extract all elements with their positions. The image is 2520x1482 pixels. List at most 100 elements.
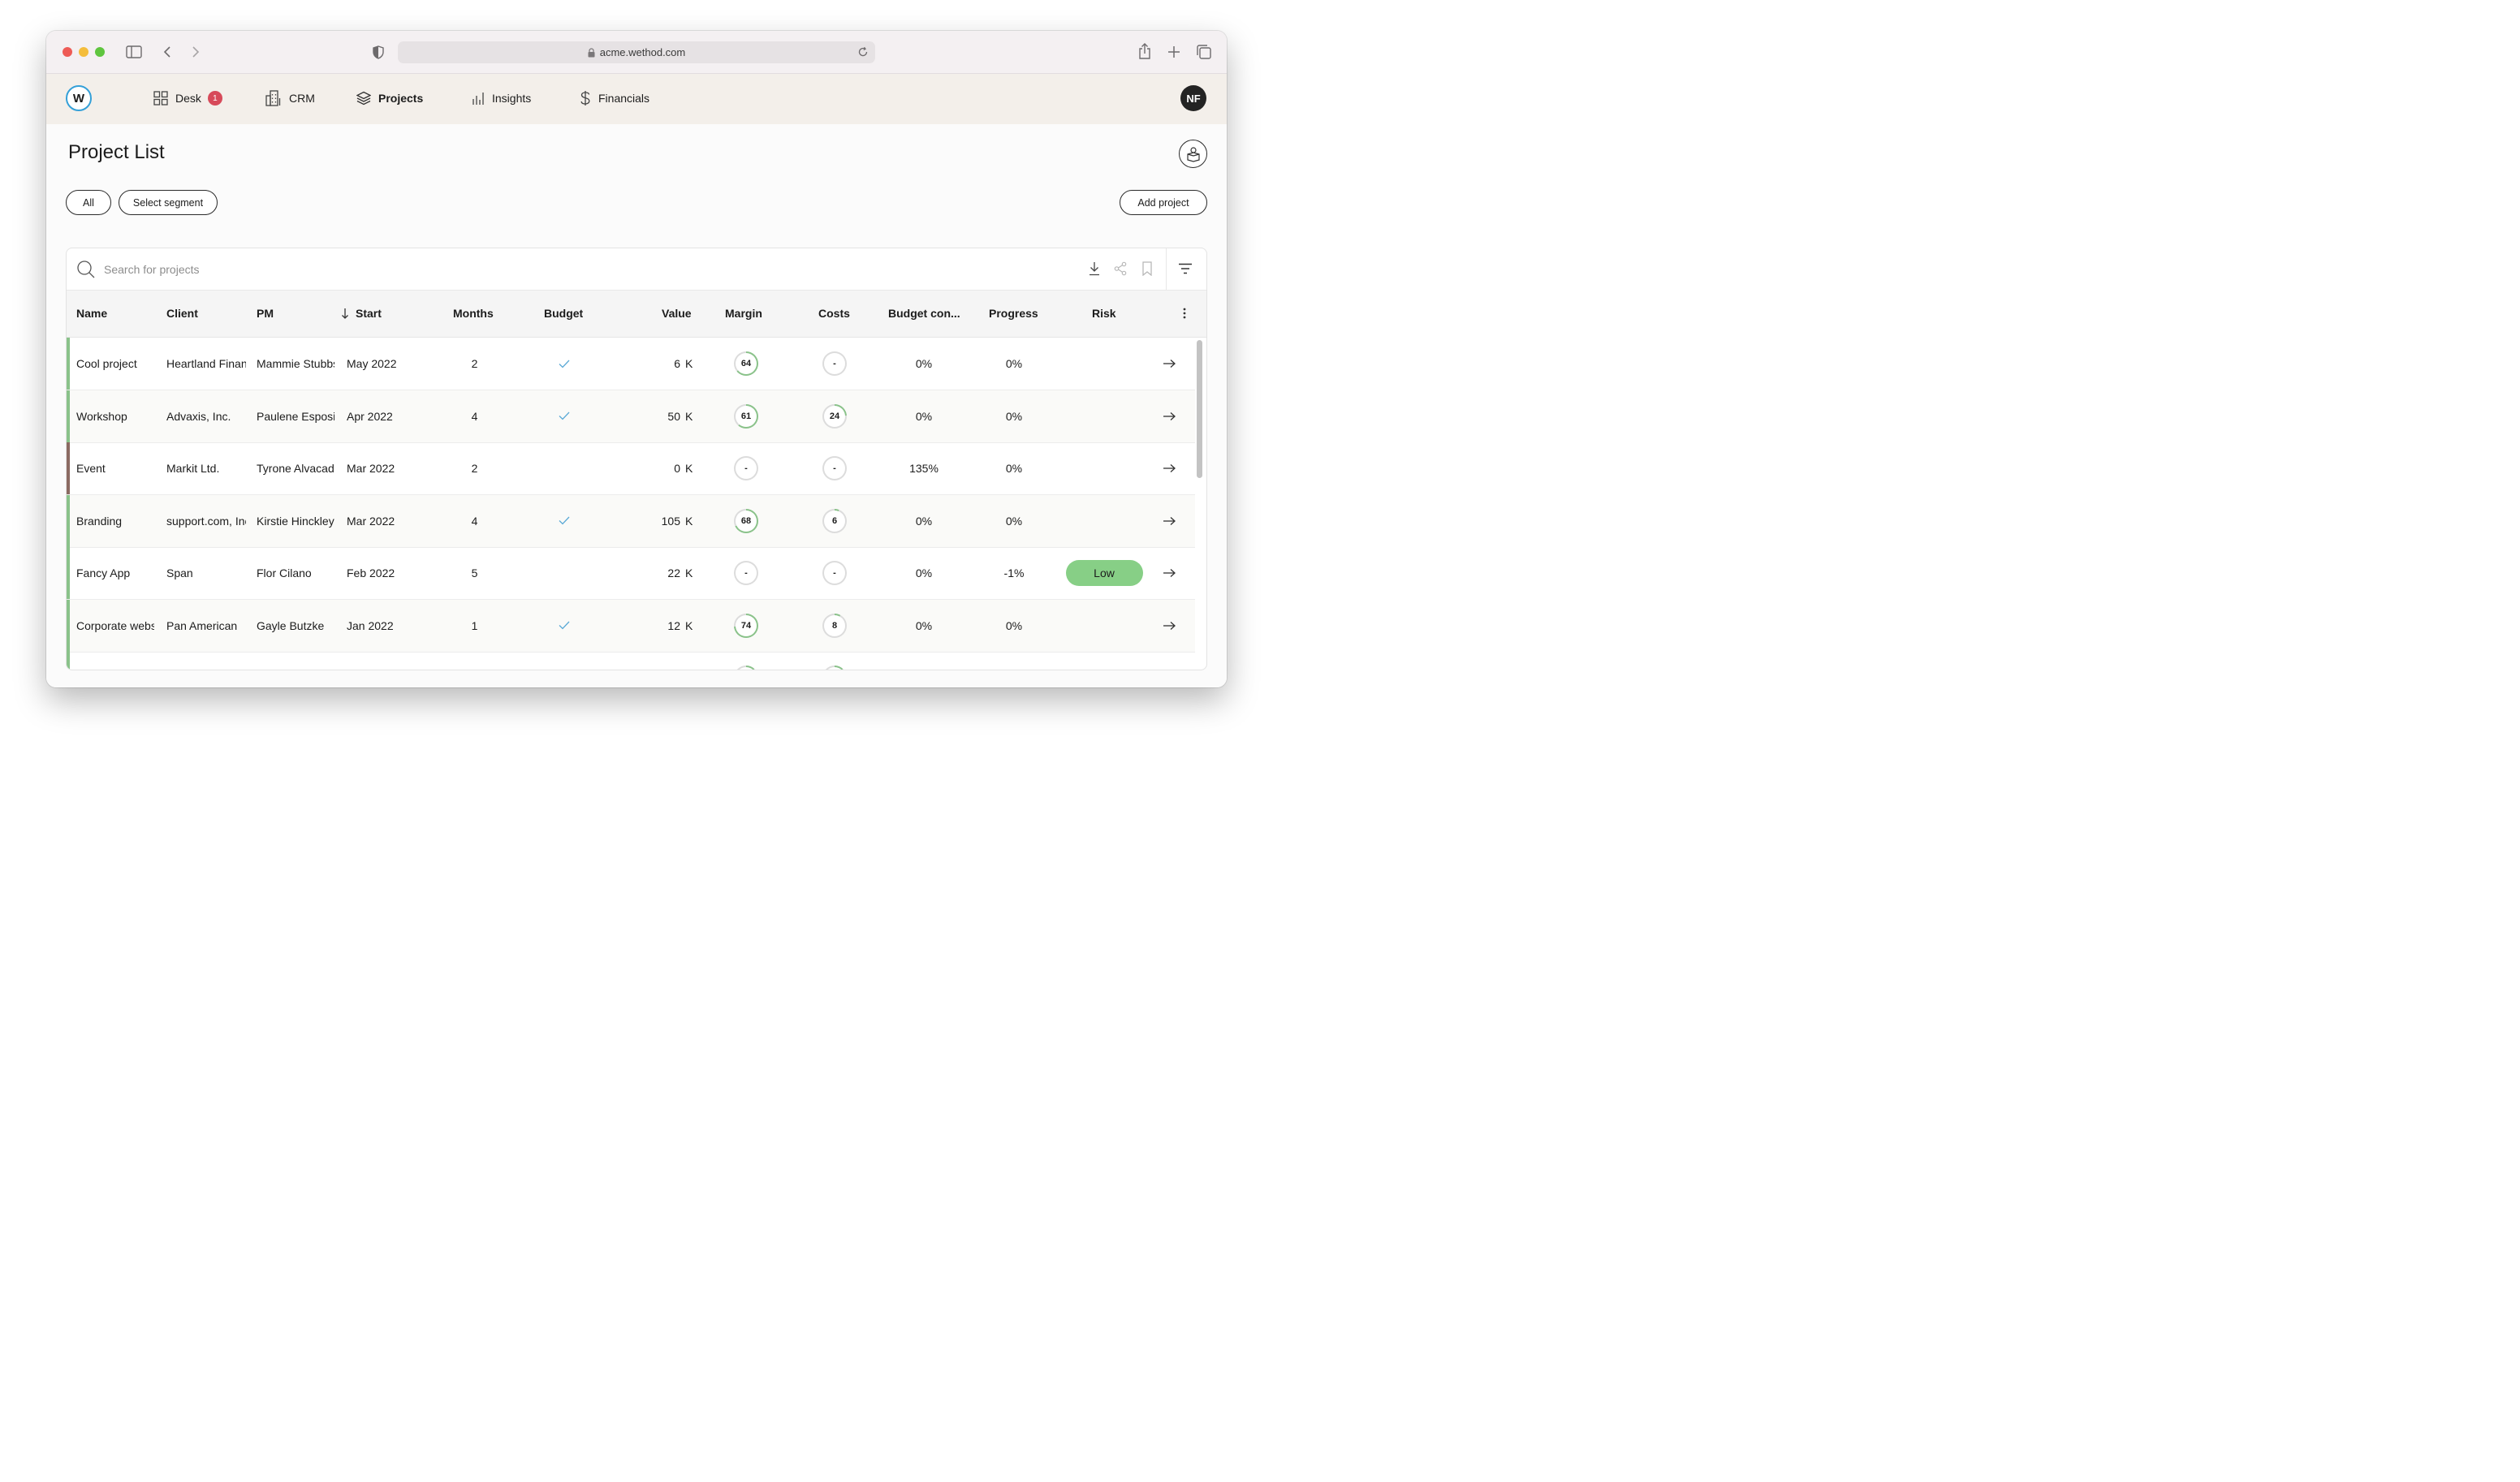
maximize-window-button[interactable] (95, 47, 105, 57)
row-status-bar (67, 599, 70, 652)
nav-label-desk: Desk (175, 92, 201, 105)
cell-progress: 0% (1005, 462, 1023, 475)
cell-months: 4 (471, 409, 478, 423)
cell-budget (550, 495, 578, 547)
column-header-name[interactable]: Name (76, 307, 107, 320)
column-header-start[interactable]: Start (341, 307, 382, 320)
address-bar[interactable]: acme.wethod.com (398, 41, 875, 63)
filter-icon[interactable] (1178, 263, 1193, 274)
table-row[interactable]: Workshop Advaxis, Inc. Paulene Esposito … (67, 390, 1195, 443)
nav-item-crm[interactable]: CRM (265, 88, 315, 108)
cell-value: 22 (667, 567, 680, 579)
column-header-pm[interactable]: PM (257, 307, 274, 320)
row-status-bar (67, 442, 70, 494)
cell-risk[interactable] (1064, 442, 1145, 494)
app-logo[interactable]: W (66, 85, 92, 111)
share-icon[interactable] (1137, 42, 1153, 60)
column-header-margin[interactable]: Margin (725, 307, 762, 320)
forward-icon[interactable] (190, 44, 201, 60)
table-row[interactable]: Branding support.com, Inc. Kirstie Hinck… (67, 494, 1195, 548)
cell-value-unit (685, 652, 697, 670)
cell-risk[interactable] (1064, 495, 1145, 547)
share-nodes-icon[interactable] (1114, 261, 1127, 276)
column-header-months[interactable]: Months (453, 307, 494, 320)
table-body: Cool project Heartland Financial Mammie … (67, 338, 1195, 670)
cell-open[interactable] (1161, 547, 1177, 599)
table-scrollbar-thumb[interactable] (1197, 340, 1202, 478)
column-header-progress[interactable]: Progress (989, 307, 1038, 320)
risk-badge[interactable]: Low (1065, 560, 1143, 586)
cell-margin: 61 (732, 390, 760, 442)
sidebar-toggle-icon[interactable] (126, 44, 142, 60)
column-options-icon[interactable] (1183, 308, 1186, 319)
cell-risk[interactable] (1064, 600, 1145, 652)
cell-client: Advaxis, Inc. (166, 409, 231, 423)
cell-budget (550, 600, 578, 652)
column-header-risk[interactable]: Risk (1092, 307, 1116, 320)
user-avatar[interactable]: NF (1180, 85, 1206, 111)
cell-open[interactable] (1161, 338, 1177, 390)
cell-open[interactable] (1161, 390, 1177, 442)
arrow-right-icon[interactable] (1163, 411, 1176, 421)
cell-progress: 0% (1005, 409, 1023, 423)
cell-value: 0 (674, 462, 680, 475)
cell-start: May 2022 (347, 357, 397, 370)
cell-budget (550, 442, 578, 494)
table-row[interactable]: Fancy App Span Flor Cilano Feb 2022 5 22… (67, 547, 1195, 600)
cell-costs (821, 652, 848, 670)
cell-risk[interactable] (1064, 390, 1145, 442)
cell-value-unit: K (685, 514, 693, 528)
privacy-shield-icon[interactable] (371, 44, 386, 60)
column-header-value[interactable]: Value (662, 307, 692, 320)
cell-risk[interactable] (1064, 652, 1145, 670)
cell-risk[interactable]: Low (1064, 547, 1145, 599)
column-header-budget-consumption[interactable]: Budget con... (888, 307, 960, 320)
grid-icon (153, 91, 168, 106)
cell-open[interactable] (1161, 600, 1177, 652)
cell-open[interactable] (1161, 495, 1177, 547)
nav-item-insights[interactable]: Insights (472, 88, 531, 108)
table-row[interactable]: Cool project Heartland Financial Mammie … (67, 338, 1195, 390)
nav-item-desk[interactable]: Desk 1 (153, 88, 222, 108)
cell-months: 5 (471, 567, 478, 579)
cell-risk[interactable] (1064, 338, 1145, 390)
table-row[interactable]: Event Markit Ltd. Tyrone Alvacado Mar 20… (67, 442, 1195, 495)
column-header-costs[interactable]: Costs (818, 307, 850, 320)
margin-value: 64 (736, 353, 757, 374)
arrow-right-icon[interactable] (1163, 621, 1176, 631)
nav-item-projects[interactable]: Projects (356, 88, 423, 108)
nav-item-financials[interactable]: Financials (580, 88, 649, 108)
arrow-right-icon[interactable] (1163, 568, 1176, 578)
logo-letter: W (72, 91, 85, 106)
table-row[interactable]: Corporate website Pan American Gayle But… (67, 599, 1195, 653)
add-project-button[interactable]: Add project (1120, 190, 1207, 215)
arrow-right-icon[interactable] (1163, 359, 1176, 368)
cell-open[interactable] (1161, 442, 1177, 494)
column-header-client[interactable]: Client (166, 307, 198, 320)
cell-open[interactable] (1161, 652, 1177, 670)
column-header-budget[interactable]: Budget (544, 307, 583, 320)
bookmark-icon[interactable] (1141, 261, 1153, 276)
arrow-right-icon[interactable] (1163, 516, 1176, 526)
margin-value: - (736, 458, 757, 479)
minimize-window-button[interactable] (79, 47, 88, 57)
close-window-button[interactable] (63, 47, 72, 57)
arrow-right-icon[interactable] (1163, 463, 1176, 473)
cell-margin: - (732, 442, 760, 494)
tab-overview-icon[interactable] (1196, 44, 1212, 60)
download-icon[interactable] (1088, 261, 1101, 276)
back-icon[interactable] (162, 44, 173, 60)
import-project-button[interactable] (1179, 140, 1207, 168)
reload-icon[interactable] (857, 46, 869, 58)
cell-pm: Flor Cilano (257, 567, 312, 579)
select-segment-button[interactable]: Select segment (119, 190, 218, 215)
margin-value: - (736, 562, 757, 584)
search-input[interactable] (104, 259, 510, 280)
filter-all-button[interactable]: All (66, 190, 111, 215)
row-status-bar (67, 338, 70, 390)
nav-label-financials: Financials (598, 92, 650, 105)
project-table: Name Client PM Start Months Budget Value… (66, 248, 1207, 670)
new-tab-icon[interactable] (1166, 44, 1182, 60)
cell-value: 12 (667, 618, 680, 632)
table-row[interactable] (67, 652, 1195, 670)
